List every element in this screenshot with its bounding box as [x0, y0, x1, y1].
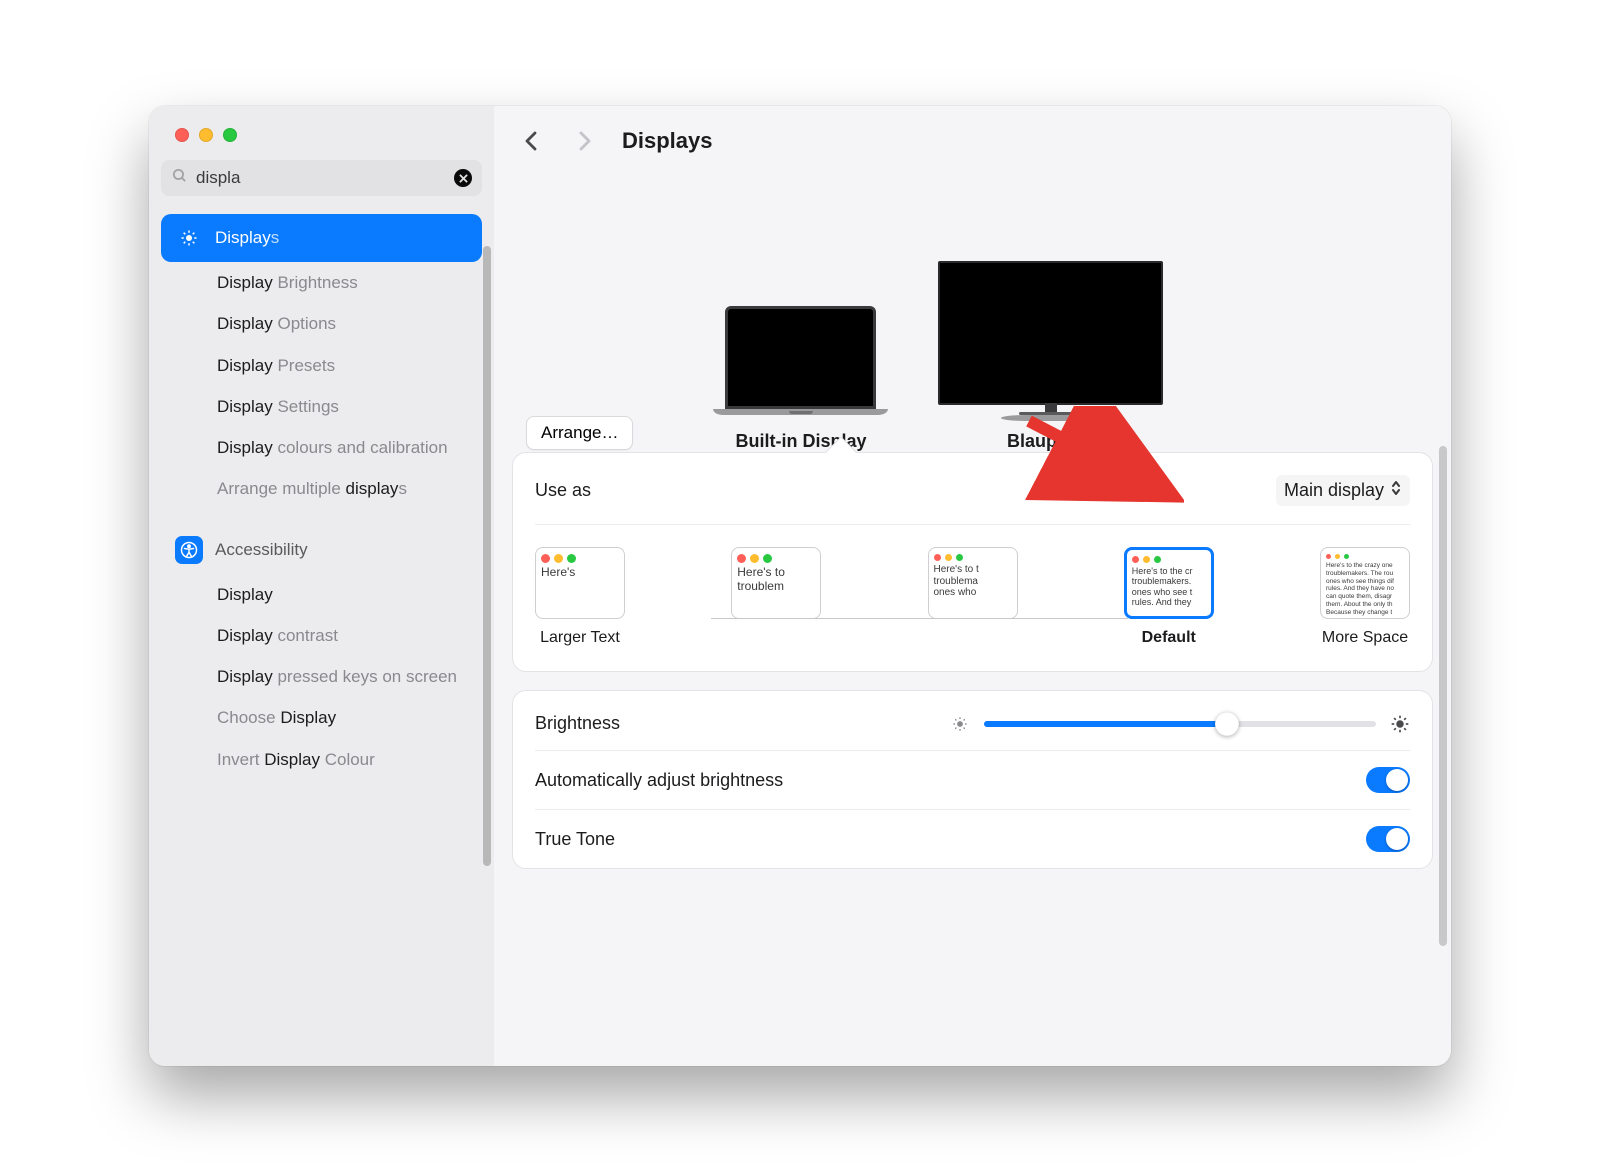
auto-brightness-label: Automatically adjust brightness	[535, 770, 783, 791]
display-builtin[interactable]: Built-in Display	[713, 306, 888, 452]
true-tone-toggle[interactable]	[1366, 826, 1410, 852]
resolution-tile: Here's to the crazy one troublemakers. T…	[1320, 547, 1410, 619]
sidebar-item-displays[interactable]: Displays	[161, 214, 482, 262]
resolution-label: Larger Text	[540, 629, 620, 649]
sidebar-item-accessibility[interactable]: Accessibility	[161, 526, 482, 574]
resolution-option[interactable]: Here's to t troublema ones who	[928, 547, 1018, 649]
resolution-option[interactable]: Here's to troublem	[731, 547, 821, 649]
resolution-option[interactable]: Here's Larger Text	[535, 547, 625, 649]
accessibility-icon	[175, 536, 203, 564]
resolution-option[interactable]: Here's to the cr troublemakers. ones who…	[1124, 547, 1214, 649]
sun-dim-icon	[950, 714, 970, 734]
slider-knob[interactable]	[1215, 712, 1239, 736]
resolution-picker: Here's Larger Text Here's to troublem Here'…	[535, 525, 1410, 649]
auto-brightness-toggle[interactable]	[1366, 767, 1410, 793]
fullscreen-window-button[interactable]	[223, 128, 237, 142]
arrange-button[interactable]: Arrange…	[526, 416, 633, 450]
true-tone-label: True Tone	[535, 829, 615, 850]
slider-track[interactable]	[984, 721, 1376, 727]
search-input[interactable]	[196, 168, 446, 188]
display-picker: Arrange… Built-in Display Blaupunkt	[494, 172, 1451, 452]
resolution-tile: Here's to the cr troublemakers. ones who…	[1124, 547, 1214, 619]
sidebar-scrollbar[interactable]	[483, 246, 491, 866]
search-results: Displays Display BrightnessDisplay Optio…	[161, 214, 482, 780]
main-content: Displays Arrange… Built-in Display Blaup…	[494, 106, 1451, 1066]
resolution-label: More Space	[1322, 629, 1408, 649]
close-window-button[interactable]	[175, 128, 189, 142]
sidebar-subitem[interactable]: Arrange multiple displays	[161, 468, 482, 509]
sidebar-subitem[interactable]: Display Brightness	[161, 262, 482, 303]
minimize-window-button[interactable]	[199, 128, 213, 142]
search-icon	[171, 167, 188, 189]
display-name: Blaupunkt	[1007, 431, 1095, 452]
titlebar: Displays	[494, 106, 1451, 172]
display-options-card: Use as Main display Here'sLarger TextHer…	[512, 452, 1433, 672]
brightness-label: Brightness	[535, 713, 620, 734]
sidebar-subitem[interactable]: Choose Display	[161, 697, 482, 738]
page-title: Displays	[622, 128, 713, 154]
use-as-select[interactable]: Main display	[1276, 475, 1410, 506]
system-settings-window: Displays Display BrightnessDisplay Optio…	[149, 106, 1451, 1066]
monitor-icon	[938, 261, 1163, 421]
resolution-option[interactable]: Here's to the crazy one troublemakers. T…	[1320, 547, 1410, 649]
sun-bright-icon	[1390, 714, 1410, 734]
sidebar-item-label: Displays	[215, 228, 279, 248]
window-controls	[161, 128, 482, 142]
sidebar-subitem[interactable]: Display Options	[161, 303, 482, 344]
sidebar-subitem[interactable]: Display Settings	[161, 386, 482, 427]
laptop-icon	[713, 306, 888, 421]
resolution-tile: Here's	[535, 547, 625, 619]
sidebar-subitem[interactable]: Invert Display Colour	[161, 739, 482, 780]
chevron-up-down-icon	[1390, 479, 1402, 502]
use-as-label: Use as	[535, 480, 591, 501]
resolution-tile: Here's to troublem	[731, 547, 821, 619]
sidebar-subitem[interactable]: Display contrast	[161, 615, 482, 656]
sidebar: Displays Display BrightnessDisplay Optio…	[149, 106, 494, 1066]
sidebar-subitem[interactable]: Display Presets	[161, 345, 482, 386]
display-external[interactable]: Blaupunkt	[938, 261, 1163, 452]
display-adjust-card: Brightness Automatically adjust brightne…	[512, 690, 1433, 869]
sidebar-subitem[interactable]: Display colours and calibration	[161, 427, 482, 468]
clear-search-button[interactable]	[454, 169, 472, 187]
forward-button[interactable]	[572, 129, 596, 153]
use-as-value: Main display	[1284, 480, 1384, 501]
sidebar-item-label: Accessibility	[215, 540, 308, 560]
displays-icon	[175, 224, 203, 252]
resolution-label: Default	[1142, 629, 1196, 649]
sidebar-subitem[interactable]: Display pressed keys on screen	[161, 656, 482, 697]
brightness-slider[interactable]	[950, 714, 1410, 734]
resolution-tile: Here's to t troublema ones who	[928, 547, 1018, 619]
sidebar-subitem[interactable]: Display	[161, 574, 482, 615]
search-field[interactable]	[161, 160, 482, 196]
back-button[interactable]	[520, 129, 544, 153]
main-scrollbar[interactable]	[1439, 446, 1447, 946]
